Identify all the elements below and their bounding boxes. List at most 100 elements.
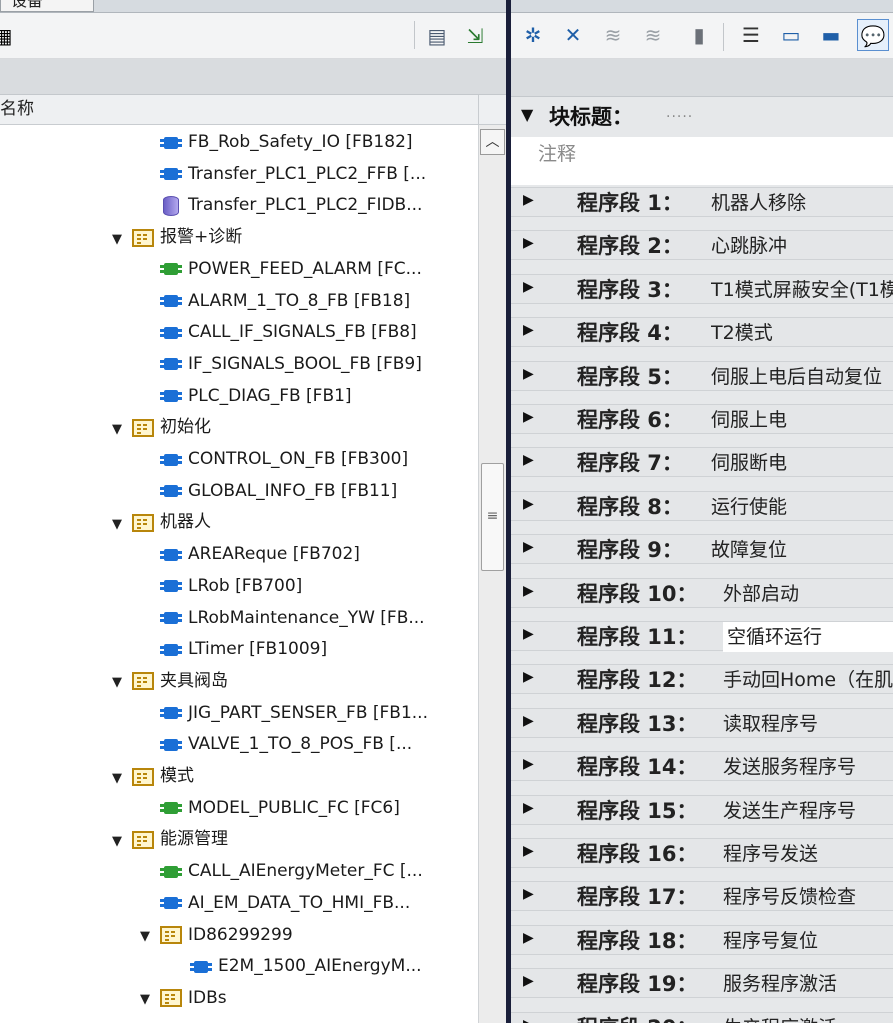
tree-item[interactable]: Transfer_PLC1_PLC2_FIDB...: [160, 190, 478, 221]
tree-item[interactable]: ▼ 夹具阀岛: [108, 666, 478, 697]
block-comment[interactable]: 注释: [511, 137, 893, 185]
expand-toggle-icon[interactable]: ▼: [136, 921, 154, 951]
network-title[interactable]: 故障复位: [711, 535, 787, 565]
expand-network-icon[interactable]: ▶: [523, 713, 534, 729]
network-row[interactable]: ▶ 程序段 16： 程序号发送: [511, 838, 893, 868]
network-title[interactable]: 程序号反馈检查: [723, 882, 856, 912]
tree-item[interactable]: ALARM_1_TO_8_FB [FB18]: [160, 286, 478, 317]
network-title[interactable]: 运行使能: [711, 492, 787, 522]
scroll-thumb[interactable]: ≡: [481, 463, 504, 571]
tree-item[interactable]: MODEL_PUBLIC_FC [FC6]: [160, 793, 478, 824]
expand-network-icon[interactable]: ▶: [523, 756, 534, 772]
expand-network-icon[interactable]: ▶: [523, 669, 534, 685]
network-title[interactable]: 伺服断电: [711, 448, 787, 478]
list-view-icon[interactable]: ☰: [735, 19, 767, 51]
scroll-up-icon[interactable]: ︿: [480, 129, 505, 155]
expand-toggle-icon[interactable]: ▼: [108, 763, 126, 793]
tab-devices[interactable]: 设备: [0, 0, 94, 12]
expand-toggle-icon[interactable]: ▼: [108, 509, 126, 539]
expand-network-icon[interactable]: ▶: [523, 930, 534, 946]
tree-item[interactable]: LRob [FB700]: [160, 571, 478, 602]
collapse-triangle-icon[interactable]: ▼: [521, 105, 533, 124]
network-icon[interactable]: ▦: [0, 23, 16, 49]
network-title[interactable]: 伺服上电: [711, 405, 787, 435]
export-icon[interactable]: ⇲: [462, 23, 488, 49]
network-title[interactable]: 伺服上电后自动复位: [711, 362, 882, 392]
comments-toggle-icon[interactable]: 💬: [857, 19, 889, 51]
expand-toggle-icon[interactable]: ▼: [108, 414, 126, 444]
network-row[interactable]: ▶ 程序段 3： T1模式屏蔽安全(T1模: [511, 273, 893, 305]
expand-network-icon[interactable]: ▶: [523, 409, 534, 425]
expand-network-icon[interactable]: ▶: [523, 496, 534, 512]
expand-network-icon[interactable]: ▶: [523, 626, 534, 642]
tree-item[interactable]: LRobMaintenance_YW [FB...: [160, 603, 478, 634]
vertical-scrollbar[interactable]: ︿ ≡: [478, 125, 506, 1023]
tree-item[interactable]: AREAReque [FB702]: [160, 539, 478, 570]
tree-item[interactable]: Transfer_PLC1_PLC2_FFB [...: [160, 159, 478, 190]
expand-toggle-icon[interactable]: ▼: [108, 826, 126, 856]
network-title[interactable]: 手动回Home（在肌: [723, 665, 893, 695]
tree-item[interactable]: ▼ 机器人: [108, 507, 478, 538]
tree-item[interactable]: ▼ 模式: [108, 761, 478, 792]
network-title[interactable]: 外部启动: [723, 579, 799, 609]
expand-toggle-icon[interactable]: ▼: [108, 224, 126, 254]
expand-network-icon[interactable]: ▶: [523, 539, 534, 555]
network-row[interactable]: ▶ 程序段 13： 读取程序号: [511, 707, 893, 738]
network-row[interactable]: ▶ 程序段 20： 生产程序激活: [511, 1011, 893, 1023]
expand-network-icon[interactable]: ▶: [523, 366, 534, 382]
expand-networks-icon[interactable]: ≋: [597, 19, 629, 51]
expand-network-icon[interactable]: ▶: [523, 322, 534, 338]
column-header-name[interactable]: 名称: [0, 95, 478, 125]
network-title[interactable]: 心跳脉冲: [711, 231, 787, 261]
expand-network-icon[interactable]: ▶: [523, 886, 534, 902]
delete-network-icon[interactable]: ✕: [557, 19, 589, 51]
tree-item[interactable]: ▼ 报警+诊断: [108, 222, 478, 253]
network-title[interactable]: 机器人移除: [711, 188, 806, 218]
network-row[interactable]: ▶ 程序段 11： 空循环运行: [511, 621, 893, 652]
tree-item[interactable]: CALL_IF_SIGNALS_FB [FB8]: [160, 317, 478, 348]
network-title[interactable]: 程序号复位: [723, 926, 818, 956]
network-row[interactable]: ▶ 程序段 1： 机器人移除: [511, 187, 893, 217]
network-title[interactable]: 服务程序激活: [723, 969, 837, 999]
collapse-networks-icon[interactable]: ≋: [637, 19, 669, 51]
network-row[interactable]: ▶ 程序段 9： 故障复位: [511, 534, 893, 565]
tree-item[interactable]: ▼ IDBs: [136, 983, 478, 1014]
expand-network-icon[interactable]: ▶: [523, 235, 534, 251]
block-title-value[interactable]: .....: [666, 105, 693, 121]
network-row[interactable]: ▶ 程序段 4： T2模式: [511, 317, 893, 348]
tree-item[interactable]: AI_EM_DATA_TO_HMI_FB...: [160, 888, 478, 919]
tree-item[interactable]: FB_Rob_Safety_IO [FB182]: [160, 127, 478, 158]
tree-item[interactable]: CONTROL_ON_FB [FB300]: [160, 444, 478, 475]
network-title[interactable]: 空循环运行: [723, 622, 893, 652]
network-title[interactable]: 发送生产程序号: [723, 796, 856, 826]
network-row[interactable]: ▶ 程序段 10： 外部启动: [511, 577, 893, 609]
network-row[interactable]: ▶ 程序段 18： 程序号复位: [511, 924, 893, 956]
network-row[interactable]: ▶ 程序段 15： 发送生产程序号: [511, 794, 893, 826]
network-row[interactable]: ▶ 程序段 17： 程序号反馈检查: [511, 881, 893, 912]
tree-item[interactable]: PLC_DIAG_FB [FB1]: [160, 381, 478, 412]
tree-item[interactable]: LTimer [FB1009]: [160, 634, 478, 665]
network-title[interactable]: 发送服务程序号: [723, 752, 856, 782]
expand-network-icon[interactable]: ▶: [523, 279, 534, 295]
network-row[interactable]: ▶ 程序段 2： 心跳脉冲: [511, 230, 893, 261]
tree-item[interactable]: CALL_AIEnergyMeter_FC [...: [160, 856, 478, 887]
goto-icon[interactable]: ▮: [683, 19, 715, 51]
network-row[interactable]: ▶ 程序段 5： 伺服上电后自动复位: [511, 360, 893, 392]
expand-network-icon[interactable]: ▶: [523, 973, 534, 989]
table-view-icon[interactable]: ▤: [424, 23, 450, 49]
network-title[interactable]: T1模式屏蔽安全(T1模: [711, 275, 893, 305]
expand-network-icon[interactable]: ▶: [523, 452, 534, 468]
expand-network-icon[interactable]: ▶: [523, 583, 534, 599]
insert-network-icon[interactable]: ✲: [517, 19, 549, 51]
network-row[interactable]: ▶ 程序段 7： 伺服断电: [511, 447, 893, 478]
tree-item[interactable]: JIG_PART_SENSER_FB [FB1...: [160, 698, 478, 729]
tree-item[interactable]: ▼ 初始化: [108, 412, 478, 443]
network-row[interactable]: ▶ 程序段 8： 运行使能: [511, 490, 893, 522]
tree-item[interactable]: GLOBAL_INFO_FB [FB11]: [160, 476, 478, 507]
tree-item[interactable]: ▼ ID86299299: [136, 920, 478, 951]
expand-toggle-icon[interactable]: ▼: [108, 667, 126, 697]
network-title[interactable]: 程序号发送: [723, 839, 818, 869]
network-row[interactable]: ▶ 程序段 6： 伺服上电: [511, 404, 893, 434]
tree-item[interactable]: POWER_FEED_ALARM [FC...: [160, 254, 478, 285]
expand-network-icon[interactable]: ▶: [523, 192, 534, 208]
